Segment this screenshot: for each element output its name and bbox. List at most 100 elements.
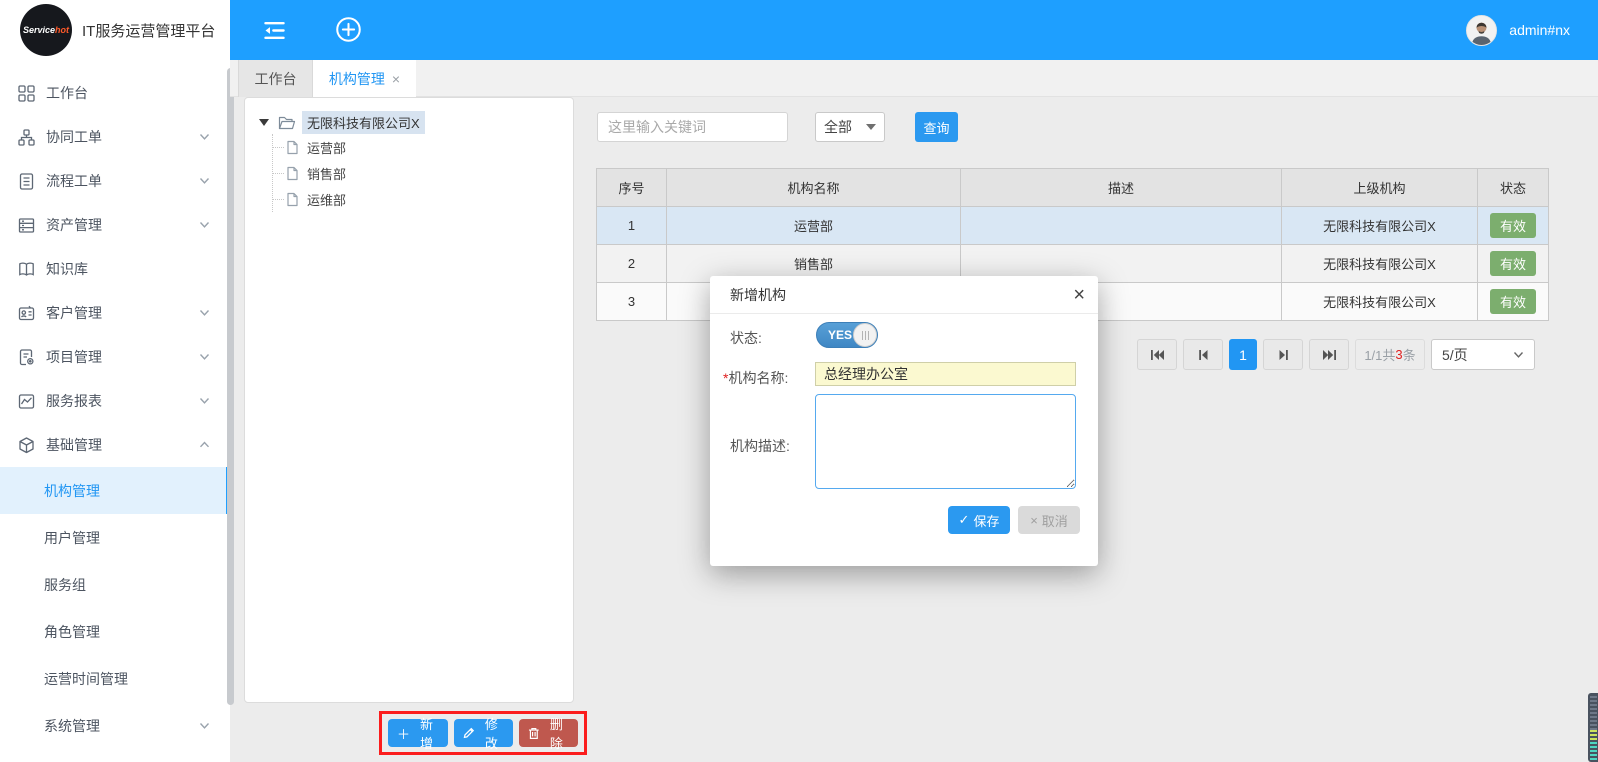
- file-icon: [285, 166, 300, 181]
- sidebar-subitem-service-group[interactable]: 服务组: [0, 561, 230, 608]
- tab-close-icon[interactable]: ×: [392, 71, 400, 87]
- prev-page-button[interactable]: [1183, 339, 1223, 370]
- sidebar-subitem-label: 运营时间管理: [44, 669, 128, 689]
- pagination-total-count: 3: [1395, 347, 1402, 362]
- add-circle-icon[interactable]: [335, 16, 362, 43]
- sidebar-item-knowledge-base[interactable]: 知识库: [0, 247, 230, 291]
- chevron-down-icon: [199, 133, 210, 141]
- status-badge: 有效: [1490, 213, 1536, 238]
- menu-collapse-icon[interactable]: [261, 17, 288, 44]
- dialog-close-icon[interactable]: ×: [1073, 284, 1085, 306]
- sidebar-item-collab-orders[interactable]: 协同工单: [0, 115, 230, 159]
- cell-parent-org[interactable]: 无限科技有限公司X: [1282, 245, 1478, 283]
- tab-label: 工作台: [255, 69, 297, 89]
- chevron-up-icon: [199, 441, 210, 449]
- tree-node[interactable]: 销售部: [273, 160, 573, 186]
- column-header: 上级机构: [1282, 169, 1478, 207]
- tree-node[interactable]: 运营部: [273, 134, 573, 160]
- sidebar-scrollbar[interactable]: [227, 68, 234, 705]
- sidebar-item-process-orders[interactable]: 流程工单: [0, 159, 230, 203]
- monitor-stripes-gray: [1590, 696, 1597, 730]
- dropdown-arrow-icon: [866, 124, 876, 130]
- chevron-down-icon: [199, 309, 210, 317]
- edit-org-button[interactable]: 修改: [454, 719, 513, 747]
- sidebar-item-label: 流程工单: [46, 171, 102, 191]
- top-navigation-bar: Servicehot IT服务运营管理平台 admin#nx: [0, 0, 1598, 60]
- cell-parent-org[interactable]: 无限科技有限公司X: [1282, 283, 1478, 321]
- tree-children: 运营部 销售部 运维部: [272, 134, 573, 212]
- cell-desc[interactable]: [961, 207, 1282, 245]
- tree-node-label[interactable]: 销售部: [307, 164, 346, 183]
- sidebar-subitem-label: 用户管理: [44, 528, 100, 548]
- cell-org-name[interactable]: 运营部: [667, 207, 961, 245]
- user-area[interactable]: admin#nx: [1466, 0, 1570, 60]
- sidebar-subitem-role-management[interactable]: 角色管理: [0, 608, 230, 655]
- search-input[interactable]: [597, 112, 788, 142]
- first-page-button[interactable]: [1137, 339, 1177, 370]
- table-header-row: 序号 机构名称 描述 上级机构 状态: [597, 169, 1549, 207]
- cell-index[interactable]: 2: [597, 245, 667, 283]
- tab-strip: 工作台 机构管理 ×: [230, 60, 1598, 97]
- tree-node-root[interactable]: 无限科技有限公司X: [259, 111, 573, 134]
- file-icon: [285, 192, 300, 207]
- last-page-button[interactable]: [1309, 339, 1349, 370]
- page-root: Servicehot IT服务运营管理平台 admin#nx 工作台 协同工单: [0, 0, 1598, 762]
- sidebar-item-service-reports[interactable]: 服务报表: [0, 379, 230, 423]
- sidebar-subitem-system-management[interactable]: 系统管理: [0, 702, 230, 749]
- cancel-button[interactable]: ×取消: [1018, 506, 1080, 534]
- sidebar-item-basic-management[interactable]: 基础管理: [0, 423, 230, 467]
- username-label[interactable]: admin#nx: [1509, 22, 1570, 38]
- tab-workbench[interactable]: 工作台: [238, 60, 313, 97]
- dialog-titlebar: 新增机构: [710, 276, 1098, 314]
- sidebar-subitem-user-management[interactable]: 用户管理: [0, 514, 230, 561]
- add-org-dialog: 新增机构 × 状态: YES *机构名称: 机构描述: ✓保存 ×取消: [710, 276, 1098, 566]
- tree-node-label[interactable]: 运营部: [307, 138, 346, 157]
- pagination-info-suffix: 条: [1403, 345, 1416, 364]
- status-toggle[interactable]: YES: [816, 322, 878, 348]
- sidebar-item-asset-management[interactable]: 资产管理: [0, 203, 230, 247]
- current-page-button[interactable]: 1: [1229, 339, 1257, 370]
- cell-index[interactable]: 3: [597, 283, 667, 321]
- page-size-dropdown[interactable]: 5/页: [1431, 339, 1535, 370]
- caret-down-icon[interactable]: [259, 119, 269, 126]
- sidebar-subitem-org-management[interactable]: 机构管理: [0, 467, 230, 514]
- cell-index[interactable]: 1: [597, 207, 667, 245]
- sidebar-item-customer-management[interactable]: 客户管理: [0, 291, 230, 335]
- delete-org-button[interactable]: 删除: [519, 719, 578, 747]
- sidebar-item-label: 工作台: [46, 83, 88, 103]
- cell-status[interactable]: 有效: [1478, 283, 1549, 321]
- sidebar-subitem-operating-time[interactable]: 运营时间管理: [0, 655, 230, 702]
- grid-icon: [18, 85, 35, 102]
- pencil-icon: [463, 727, 475, 739]
- save-button[interactable]: ✓保存: [948, 506, 1010, 534]
- tab-label: 机构管理: [329, 69, 385, 89]
- cell-status[interactable]: 有效: [1478, 207, 1549, 245]
- next-page-button[interactable]: [1263, 339, 1303, 370]
- chevron-down-icon: [199, 353, 210, 361]
- add-org-button[interactable]: ＋新增: [388, 719, 448, 747]
- search-button[interactable]: 查询: [915, 112, 958, 142]
- check-icon: ✓: [959, 512, 970, 528]
- org-name-input[interactable]: [815, 362, 1076, 386]
- tree-node[interactable]: 运维部: [273, 186, 573, 212]
- dialog-title: 新增机构: [730, 285, 786, 305]
- org-name-field-label: *机构名称:: [723, 368, 788, 388]
- pagination-info: 1/1共3条: [1355, 339, 1425, 370]
- toggle-knob[interactable]: [853, 323, 877, 347]
- cell-parent-org[interactable]: 无限科技有限公司X: [1282, 207, 1478, 245]
- filter-dropdown[interactable]: 全部: [815, 112, 885, 142]
- brand-area: Servicehot IT服务运营管理平台: [0, 0, 230, 60]
- tree-node-label[interactable]: 运维部: [307, 190, 346, 209]
- column-header: 描述: [961, 169, 1282, 207]
- sidebar-item-project-management[interactable]: 项目管理: [0, 335, 230, 379]
- sidebar-item-workbench[interactable]: 工作台: [0, 71, 230, 115]
- cell-status[interactable]: 有效: [1478, 245, 1549, 283]
- org-desc-textarea[interactable]: [815, 394, 1076, 489]
- tree-root-label[interactable]: 无限科技有限公司X: [302, 111, 425, 134]
- sidebar-item-label: 资产管理: [46, 215, 102, 235]
- tab-org-management[interactable]: 机构管理 ×: [313, 60, 416, 97]
- sidebar-item-label: 知识库: [46, 259, 88, 279]
- sidebar-subitem-label: 角色管理: [44, 622, 100, 642]
- table-row[interactable]: 1 运营部 无限科技有限公司X 有效: [597, 207, 1549, 245]
- user-avatar[interactable]: [1466, 15, 1497, 46]
